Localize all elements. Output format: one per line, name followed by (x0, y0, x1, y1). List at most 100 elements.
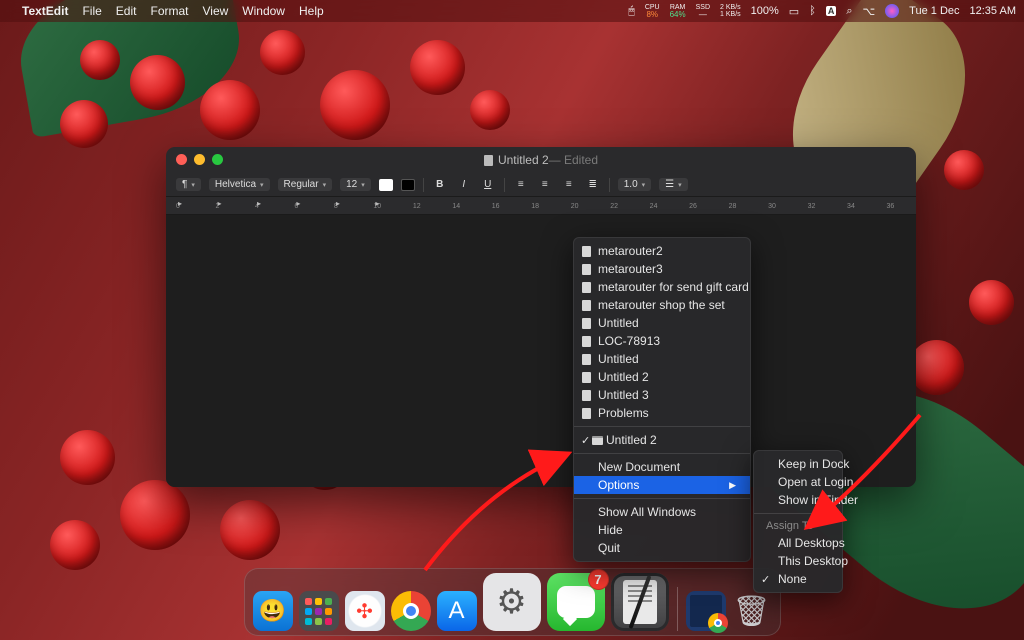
dock-appstore-icon[interactable]: A (437, 591, 477, 631)
font-size-select[interactable]: 12 ▾ (340, 178, 371, 191)
ctx-recent-file-label: metarouter shop the set (598, 298, 725, 312)
ctx-quit[interactable]: Quit (574, 539, 750, 557)
window-title-suffix: — Edited (549, 153, 598, 167)
ctx-assign-to-header: Assign To (754, 518, 842, 534)
spotlight-icon[interactable]: ⌕ (846, 5, 852, 18)
battery-icon[interactable]: ▭ (789, 5, 799, 18)
ram-stat[interactable]: RAM64% (670, 4, 686, 18)
siri-icon[interactable] (885, 4, 899, 18)
file-icon (582, 282, 591, 293)
align-justify-button[interactable]: ≣ (585, 177, 601, 193)
ctx-none[interactable]: ✓None (754, 570, 842, 588)
ctx-recent-file-label: metarouter2 (598, 244, 663, 258)
app-name[interactable]: TextEdit (22, 4, 68, 18)
chrome-overlay-icon (708, 613, 728, 633)
bold-button[interactable]: B (432, 177, 448, 193)
ctx-open-at-login[interactable]: Open at Login (754, 473, 842, 491)
net-stat[interactable]: 2 KB/s1 KB/s (720, 4, 741, 18)
paragraph-style-select[interactable]: ¶ ▾ (176, 178, 201, 191)
text-input-icon[interactable]: A (826, 6, 837, 16)
menu-format[interactable]: Format (150, 4, 188, 18)
dock-chrome-icon[interactable] (391, 591, 431, 631)
ctx-this-desktop[interactable]: This Desktop (754, 552, 842, 570)
text-color-button[interactable] (379, 179, 393, 191)
ctx-recent-file[interactable]: metarouter3 (574, 260, 750, 278)
ctx-recent-file-label: Problems (598, 406, 649, 420)
dock-options-submenu: Keep in Dock Open at Login Show in Finde… (753, 450, 843, 593)
ctx-recent-file[interactable]: Problems (574, 404, 750, 422)
editor-area[interactable] (166, 215, 916, 487)
window-close-button[interactable] (176, 154, 187, 165)
ctx-keep-in-dock[interactable]: Keep in Dock (754, 455, 842, 473)
ctx-recent-file-label: metarouter for send gift card (598, 280, 749, 294)
ctx-recent-file[interactable]: LOC-78913 (574, 332, 750, 350)
menu-view[interactable]: View (203, 4, 229, 18)
dock-trash-icon[interactable]: 🗑 (732, 591, 772, 631)
control-center-icon[interactable]: ⌥ (862, 5, 875, 18)
align-right-button[interactable]: ≡ (561, 177, 577, 193)
ctx-recent-file[interactable]: Untitled (574, 350, 750, 368)
dock-settings-icon[interactable]: ⚙ (483, 573, 541, 631)
file-icon (582, 408, 591, 419)
dock-textedit-icon[interactable] (611, 573, 669, 631)
font-weight-select[interactable]: Regular ▾ (278, 178, 333, 191)
ssd-stat[interactable]: SSD— (696, 4, 710, 18)
file-icon (582, 264, 591, 275)
font-family-select[interactable]: Helvetica ▾ (209, 178, 270, 191)
dock-minimized-window[interactable] (686, 591, 726, 631)
dock-finder-icon[interactable]: 😃 (253, 591, 293, 631)
dock-safari-icon[interactable]: ✣ (345, 591, 385, 631)
textedit-window: Untitled 2 — Edited ¶ ▾ Helvetica ▾ Regu… (166, 147, 916, 487)
ctx-hide[interactable]: Hide (574, 521, 750, 539)
checkmark-icon: ✓ (761, 573, 770, 586)
menu-file[interactable]: File (82, 4, 101, 18)
list-style-select[interactable]: ☰ ▾ (659, 178, 687, 191)
align-center-button[interactable]: ≡ (537, 177, 553, 193)
ctx-recent-file[interactable]: metarouter for send gift card (574, 278, 750, 296)
ctx-recent-file-label: Untitled (598, 316, 639, 330)
window-minimize-button[interactable] (194, 154, 205, 165)
ctx-recent-file[interactable]: metarouter shop the set (574, 296, 750, 314)
menubar-date[interactable]: Tue 1 Dec (909, 5, 959, 17)
bg-color-button[interactable] (401, 179, 415, 191)
ctx-current-window[interactable]: ✓ Untitled 2 (574, 431, 750, 449)
dock-launchpad-icon[interactable] (299, 591, 339, 631)
align-left-button[interactable]: ≡ (513, 177, 529, 193)
ctx-recent-file[interactable]: Untitled (574, 314, 750, 332)
menubar-time[interactable]: 12:35 AM (970, 5, 1016, 17)
menubar: TextEdit File Edit Format View Window He… (0, 0, 1024, 22)
ctx-recent-file[interactable]: Untitled 2 (574, 368, 750, 386)
file-icon (582, 372, 591, 383)
bluetooth-icon[interactable]: ᛒ (809, 5, 816, 17)
window-titlebar[interactable]: Untitled 2 — Edited (166, 147, 916, 173)
ctx-recent-file-label: LOC-78913 (598, 334, 660, 348)
menu-edit[interactable]: Edit (116, 4, 137, 18)
ctx-recent-file-label: Untitled (598, 352, 639, 366)
file-icon (582, 336, 591, 347)
underline-button[interactable]: U (480, 177, 496, 193)
ctx-show-all-windows[interactable]: Show All Windows (574, 503, 750, 521)
window-zoom-button[interactable] (212, 154, 223, 165)
dock-messages-icon[interactable]: 7 (547, 573, 605, 631)
ruler[interactable]: 024681012141618202224262830323436▸▸▸▸▸▸ (166, 197, 916, 215)
ctx-all-desktops[interactable]: All Desktops (754, 534, 842, 552)
file-icon (582, 354, 591, 365)
messages-badge: 7 (588, 569, 609, 590)
submenu-arrow-icon: ▶ (729, 480, 736, 491)
ctx-recent-file-label: metarouter3 (598, 262, 663, 276)
ctx-options[interactable]: Options▶ (574, 476, 750, 494)
menu-help[interactable]: Help (299, 4, 324, 18)
cpu-stat[interactable]: CPU8% (645, 4, 660, 18)
ctx-recent-file-label: Untitled 2 (598, 370, 649, 384)
menu-window[interactable]: Window (242, 4, 285, 18)
mouse-icon[interactable]: 🖱 (628, 5, 635, 18)
file-icon (582, 300, 591, 311)
checkmark-icon: ✓ (581, 434, 590, 447)
ctx-recent-file[interactable]: metarouter2 (574, 242, 750, 260)
ctx-recent-file[interactable]: Untitled 3 (574, 386, 750, 404)
battery-pct[interactable]: 100% (751, 5, 779, 17)
ctx-new-document[interactable]: New Document (574, 458, 750, 476)
ctx-show-in-finder[interactable]: Show in Finder (754, 491, 842, 509)
italic-button[interactable]: I (456, 177, 472, 193)
line-spacing-select[interactable]: 1.0 ▾ (618, 178, 651, 191)
